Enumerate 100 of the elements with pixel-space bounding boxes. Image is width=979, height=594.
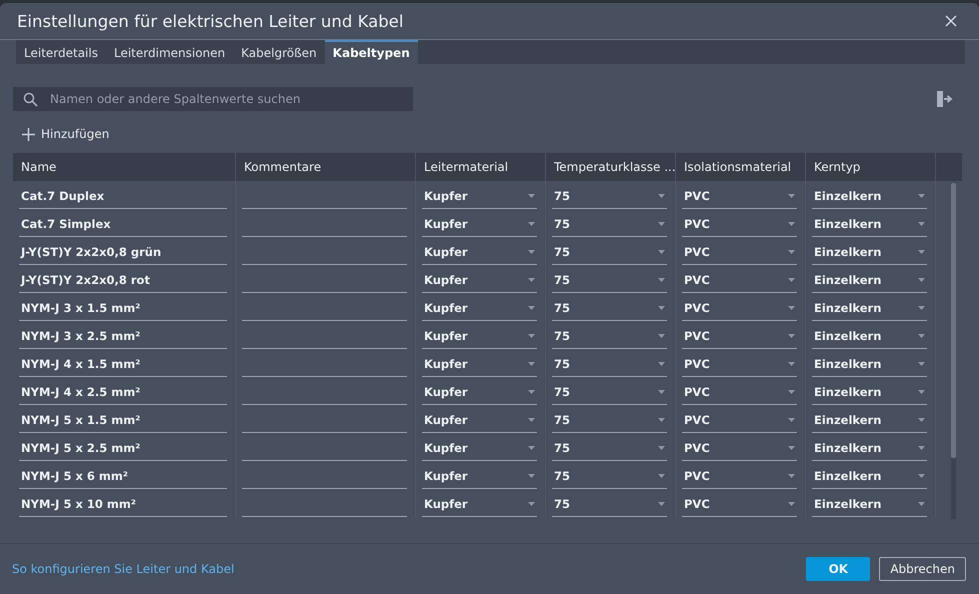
name-field[interactable]: J-Y(ST)Y 2x2x0,8 grün (19, 240, 227, 265)
search-field[interactable]: Namen oder andere Spaltenwerte suchen (13, 87, 413, 111)
window-title: Einstellungen für elektrischen Leiter und Kabel (17, 12, 404, 30)
caret-icon (658, 194, 665, 198)
caret-icon (528, 502, 535, 506)
name-field[interactable]: NYM-J 4 x 1.5 mm² (19, 352, 227, 377)
caret-icon (658, 446, 665, 450)
export-icon[interactable] (937, 91, 953, 107)
tab[interactable]: Kabeltypen (324, 40, 418, 64)
caret-icon (658, 334, 665, 338)
dropdown[interactable]: PVC (682, 352, 797, 377)
caret-icon (788, 418, 795, 422)
column-header[interactable]: Leitermaterial (416, 153, 546, 181)
dropdown[interactable]: Kupfer (422, 324, 537, 349)
dropdown[interactable]: Kupfer (422, 184, 537, 209)
dropdown[interactable]: 75 (552, 296, 667, 321)
caret-icon (658, 306, 665, 310)
dropdown[interactable]: 75 (552, 352, 667, 377)
column-header[interactable]: Isolationsmaterial (676, 153, 806, 181)
name-field[interactable]: NYM-J 5 x 1.5 mm² (19, 408, 227, 433)
dropdown[interactable]: 75 (552, 436, 667, 461)
caret-icon (528, 390, 535, 394)
dropdown[interactable]: Kupfer (422, 268, 537, 293)
scrollbar[interactable] (951, 183, 956, 519)
dropdown[interactable]: 75 (552, 324, 667, 349)
column-header[interactable]: Temperaturklasse ... (546, 153, 676, 181)
dropdown[interactable]: Kupfer (422, 352, 537, 377)
dropdown[interactable]: Kupfer (422, 492, 537, 517)
caret-icon (528, 222, 535, 226)
dropdown[interactable]: PVC (682, 184, 797, 209)
caret-icon (918, 474, 925, 478)
caret-icon (918, 362, 925, 366)
dropdown[interactable]: 75 (552, 408, 667, 433)
dropdown[interactable]: 75 (552, 184, 667, 209)
dropdown[interactable]: Einzelkern (812, 296, 927, 321)
dropdown[interactable]: Kupfer (422, 240, 537, 265)
name-field[interactable]: NYM-J 5 x 6 mm² (19, 464, 227, 489)
caret-icon (788, 362, 795, 366)
add-button[interactable]: Hinzufügen (22, 127, 110, 141)
search-icon (23, 92, 38, 107)
help-link[interactable]: So konfigurieren Sie Leiter und Kabel (12, 562, 234, 576)
dropdown[interactable]: Einzelkern (812, 240, 927, 265)
name-field[interactable]: NYM-J 4 x 2.5 mm² (19, 380, 227, 405)
caret-icon (528, 446, 535, 450)
caret-icon (918, 278, 925, 282)
caret-icon (528, 418, 535, 422)
dropdown[interactable]: PVC (682, 436, 797, 461)
caret-icon (788, 474, 795, 478)
column-header[interactable]: Kerntyp (806, 153, 936, 181)
tab[interactable]: Leiterdimensionen (106, 40, 234, 64)
name-field[interactable]: NYM-J 5 x 10 mm² (19, 492, 227, 517)
dropdown[interactable]: PVC (682, 380, 797, 405)
caret-icon (788, 390, 795, 394)
dropdown[interactable]: 75 (552, 464, 667, 489)
name-field[interactable]: NYM-J 3 x 1.5 mm² (19, 296, 227, 321)
dropdown[interactable]: PVC (682, 324, 797, 349)
dropdown[interactable]: Einzelkern (812, 436, 927, 461)
name-field[interactable]: J-Y(ST)Y 2x2x0,8 rot (19, 268, 227, 293)
dropdown[interactable]: PVC (682, 240, 797, 265)
dropdown[interactable]: PVC (682, 268, 797, 293)
name-field[interactable]: NYM-J 5 x 2.5 mm² (19, 436, 227, 461)
tab[interactable]: Leiterdetails (16, 40, 106, 64)
name-field[interactable]: NYM-J 3 x 2.5 mm² (19, 324, 227, 349)
dropdown[interactable]: 75 (552, 240, 667, 265)
cancel-button[interactable]: Abbrechen (879, 557, 966, 581)
tab[interactable]: Kabelgrößen (233, 40, 325, 64)
dropdown[interactable]: Einzelkern (812, 408, 927, 433)
dropdown[interactable]: Kupfer (422, 296, 537, 321)
dropdown[interactable]: Kupfer (422, 408, 537, 433)
caret-icon (528, 334, 535, 338)
dropdown[interactable]: Kupfer (422, 464, 537, 489)
dropdown[interactable]: Einzelkern (812, 324, 927, 349)
column-header[interactable]: Kommentare (236, 153, 416, 181)
dropdown[interactable]: Kupfer (422, 380, 537, 405)
dropdown[interactable]: Kupfer (422, 436, 537, 461)
dropdown[interactable]: Einzelkern (812, 492, 927, 517)
dropdown[interactable]: 75 (552, 268, 667, 293)
dropdown[interactable]: PVC (682, 212, 797, 237)
caret-icon (788, 278, 795, 282)
dropdown[interactable]: Einzelkern (812, 268, 927, 293)
dropdown[interactable]: Einzelkern (812, 352, 927, 377)
caret-icon (658, 418, 665, 422)
plus-icon (22, 128, 35, 140)
dropdown[interactable]: PVC (682, 296, 797, 321)
dropdown[interactable]: PVC (682, 464, 797, 489)
dropdown[interactable]: Einzelkern (812, 212, 927, 237)
dropdown[interactable]: Einzelkern (812, 380, 927, 405)
dropdown[interactable]: 75 (552, 492, 667, 517)
name-field[interactable]: Cat.7 Duplex (19, 184, 227, 209)
column-header[interactable]: Name (13, 153, 236, 181)
close-icon[interactable] (945, 15, 957, 27)
dropdown[interactable]: PVC (682, 408, 797, 433)
dropdown[interactable]: 75 (552, 212, 667, 237)
caret-icon (658, 474, 665, 478)
dropdown[interactable]: 75 (552, 380, 667, 405)
dropdown[interactable]: Einzelkern (812, 464, 927, 489)
name-field[interactable]: Cat.7 Simplex (19, 212, 227, 237)
dropdown[interactable]: PVC (682, 492, 797, 517)
dropdown[interactable]: Kupfer (422, 212, 537, 237)
dropdown[interactable]: Einzelkern (812, 184, 927, 209)
